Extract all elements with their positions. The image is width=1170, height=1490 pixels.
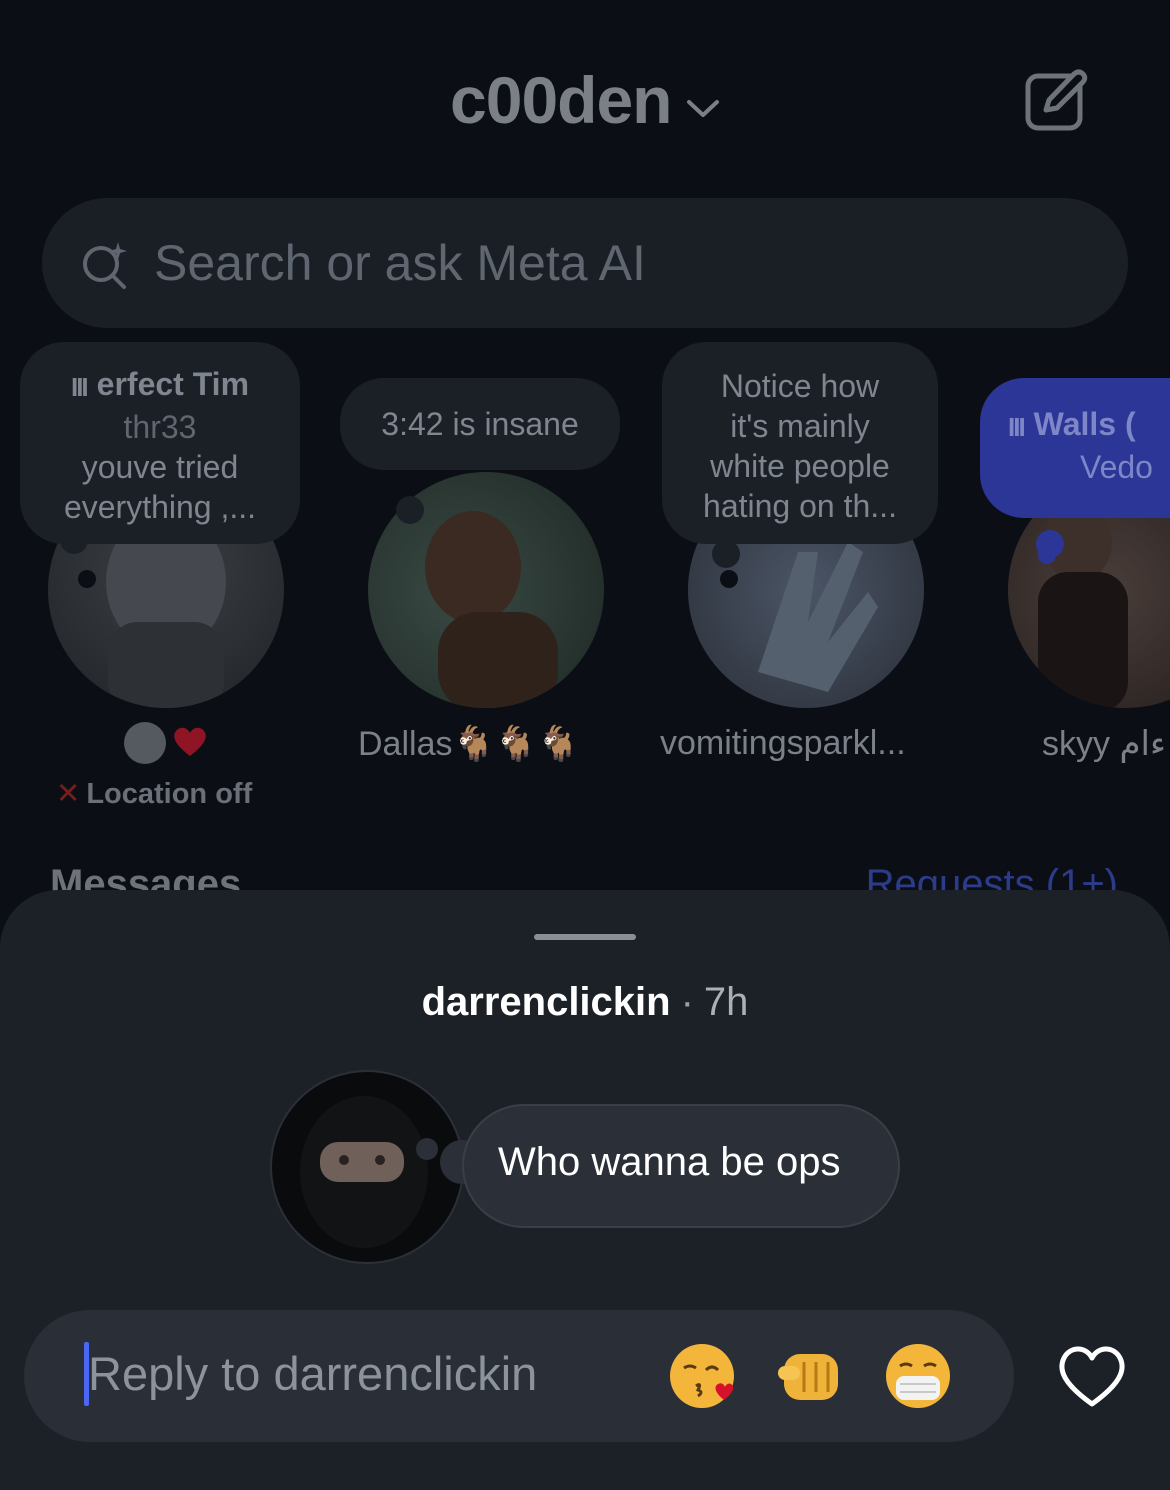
author-avatar[interactable]	[270, 1070, 464, 1264]
reply-input[interactable]: Reply to darrenclickin	[88, 1346, 537, 1401]
note-username: skyy ءام	[1042, 725, 1166, 763]
music-bars-icon: III	[70, 371, 89, 402]
note-author[interactable]: darrenclickin	[422, 980, 671, 1024]
separator: ·	[680, 980, 694, 1024]
location-status: ✕ Location off	[56, 778, 253, 810]
music-bars-icon: III	[1008, 411, 1026, 442]
heart-outline-icon[interactable]	[1056, 1344, 1128, 1408]
note-tail-dot-small	[720, 570, 738, 588]
account-name: c00den	[450, 63, 672, 137]
note-song-title: Walls (	[1033, 406, 1136, 442]
kissing-heart-emoji-icon[interactable]	[668, 1340, 740, 1412]
note-line: youve tried	[81, 448, 239, 485]
note-song-title: erfect Tim	[96, 366, 250, 402]
compose-icon[interactable]	[1024, 66, 1090, 132]
medical-mask-emoji-icon[interactable]	[882, 1340, 954, 1412]
note-artist: Vedo	[1080, 448, 1153, 485]
note-time: 7h	[703, 980, 749, 1024]
note-text: 3:42 is insane	[381, 406, 579, 442]
note-line: thr33	[123, 408, 197, 445]
note-line: white people	[710, 448, 890, 484]
chevron-down-icon	[686, 99, 719, 117]
note-username: Dallas🐐🐐🐐	[358, 725, 580, 763]
heart-icon	[174, 727, 206, 756]
note-line: everything ,...	[63, 488, 257, 525]
note-bubble-2[interactable]: 3:42 is insane	[340, 378, 620, 470]
note-message-text: Who wanna be ops	[498, 1140, 841, 1184]
note-tail-dot	[712, 540, 740, 568]
note-tail-dot-small	[416, 1138, 438, 1160]
note-line: Notice how	[720, 368, 880, 404]
note-author-line: darrenclickin · 7h	[0, 980, 1170, 1025]
note-bubble-1[interactable]: III erfect Tim thr33 youve tried everythi…	[20, 342, 300, 544]
note-bubble-4[interactable]: III Walls ( Vedo	[980, 378, 1170, 518]
note-bubble-3[interactable]: Notice how it's mainly white people hati…	[662, 342, 938, 544]
note-4-container: III Walls ( Vedo skyy ءام	[980, 370, 1170, 790]
note-tail-dot-small	[78, 570, 96, 588]
note-line: hating on th...	[703, 488, 897, 524]
note-tail-dot-small	[1038, 546, 1056, 564]
pointing-fist-emoji-icon[interactable]	[774, 1340, 846, 1412]
mini-avatar	[124, 722, 166, 764]
note-line: it's mainly	[730, 408, 870, 444]
note-tail-dot	[396, 496, 424, 524]
location-off-icon: ✕	[56, 778, 81, 810]
meta-ai-search-icon	[83, 242, 127, 289]
masked-person-photo	[300, 1096, 428, 1248]
search-input[interactable]: Search or ask Meta AI	[154, 234, 646, 292]
note-username: vomitingsparkl...	[660, 724, 906, 762]
sheet-drag-handle[interactable]	[534, 934, 636, 940]
account-switcher[interactable]: c00den	[0, 62, 1170, 138]
